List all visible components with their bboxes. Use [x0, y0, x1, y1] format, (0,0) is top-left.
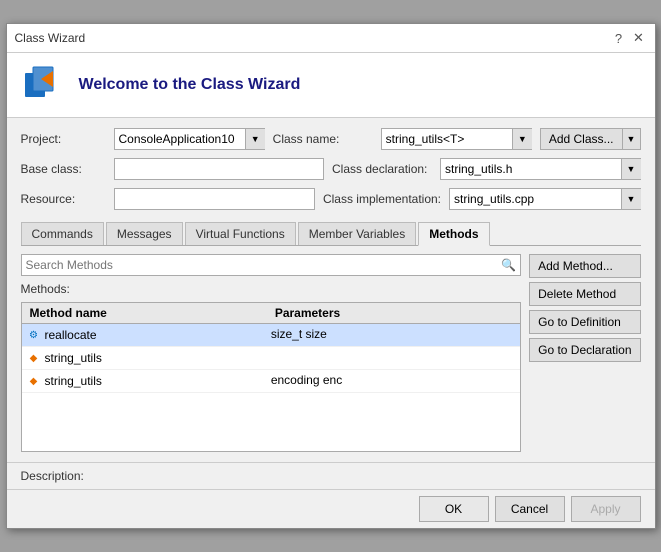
methods-table: Method name Parameters ⚙ reallocate size…: [21, 302, 522, 452]
help-button[interactable]: ?: [611, 30, 627, 46]
method-cell: ◆ string_utils: [26, 372, 267, 390]
go-to-definition-button[interactable]: Go to Definition: [529, 310, 640, 334]
methods-section-label: Methods:: [21, 282, 522, 296]
method-icon-orange: ◆: [26, 350, 42, 366]
method-cell: ◆ string_utils: [26, 349, 267, 367]
col-header-method: Method name: [26, 305, 271, 321]
baseclass-row: Base class: Class declaration: string_ut…: [21, 158, 641, 180]
class-wizard-dialog: Class Wizard ? ✕ Welcome to the Class Wi…: [6, 23, 656, 529]
go-to-declaration-button[interactable]: Go to Declaration: [529, 338, 640, 362]
table-header: Method name Parameters: [22, 303, 521, 324]
tabs-row: Commands Messages Virtual Functions Memb…: [21, 222, 641, 246]
classimpl-label: Class implementation:: [323, 192, 441, 206]
method-name: string_utils: [45, 374, 102, 388]
classimpl-combo-wrap: string_utils.cpp ▼: [449, 188, 640, 210]
close-button[interactable]: ✕: [631, 30, 647, 46]
classname-label: Class name:: [273, 132, 373, 146]
project-combo[interactable]: ConsoleApplication10: [114, 128, 265, 150]
table-row[interactable]: ◆ string_utils encoding enc: [22, 370, 521, 393]
search-wrap: 🔍: [21, 254, 522, 276]
method-params: [267, 349, 516, 367]
content-area: Project: ConsoleApplication10 ▼ Class na…: [7, 118, 655, 462]
project-row: Project: ConsoleApplication10 ▼ Class na…: [21, 128, 641, 150]
classname-combo[interactable]: string_utils<T>: [381, 128, 532, 150]
tab-commands[interactable]: Commands: [21, 222, 104, 245]
add-class-dropdown-arrow[interactable]: ▼: [623, 128, 641, 150]
add-method-button[interactable]: Add Method...: [529, 254, 640, 278]
table-row[interactable]: ◆ string_utils: [22, 347, 521, 370]
baseclass-input[interactable]: [114, 158, 325, 180]
classdecl-combo-wrap: string_utils.h ▼: [440, 158, 641, 180]
apply-button[interactable]: Apply: [571, 496, 641, 522]
tab-methods[interactable]: Methods: [418, 222, 489, 246]
project-combo-wrap: ConsoleApplication10 ▼: [114, 128, 265, 150]
right-panel: Add Method... Delete Method Go to Defini…: [529, 254, 640, 452]
footer: OK Cancel Apply: [7, 489, 655, 528]
ok-button[interactable]: OK: [419, 496, 489, 522]
wizard-icon: [23, 65, 63, 105]
tab-messages[interactable]: Messages: [106, 222, 183, 245]
method-name: string_utils: [45, 351, 102, 365]
classname-combo-wrap: string_utils<T> ▼: [381, 128, 532, 150]
wizard-header: Welcome to the Class Wizard: [7, 53, 655, 118]
resource-input[interactable]: [114, 188, 315, 210]
main-area: 🔍 Methods: Method name Parameters ⚙ real…: [21, 254, 641, 452]
title-bar-left: Class Wizard: [15, 31, 86, 45]
dialog-title: Class Wizard: [15, 31, 86, 45]
title-bar: Class Wizard ? ✕: [7, 24, 655, 53]
method-icon-orange: ◆: [26, 373, 42, 389]
col-header-params: Parameters: [271, 305, 516, 321]
search-icon: 🔍: [497, 258, 520, 272]
cancel-button[interactable]: Cancel: [495, 496, 565, 522]
delete-method-button[interactable]: Delete Method: [529, 282, 640, 306]
wizard-title: Welcome to the Class Wizard: [79, 76, 301, 94]
method-params: encoding enc: [267, 372, 516, 390]
classimpl-combo[interactable]: string_utils.cpp: [449, 188, 640, 210]
method-name: reallocate: [45, 328, 97, 342]
add-class-button[interactable]: Add Class...: [540, 128, 623, 150]
tab-member-variables[interactable]: Member Variables: [298, 222, 416, 245]
title-bar-buttons: ? ✕: [611, 30, 647, 46]
project-label: Project:: [21, 132, 106, 146]
description-label: Description:: [21, 469, 84, 483]
method-cell: ⚙ reallocate: [26, 326, 267, 344]
resource-label: Resource:: [21, 192, 106, 206]
table-row[interactable]: ⚙ reallocate size_t size: [22, 324, 521, 347]
baseclass-label: Base class:: [21, 162, 106, 176]
tab-virtual-functions[interactable]: Virtual Functions: [185, 222, 296, 245]
resource-row: Resource: Class implementation: string_u…: [21, 188, 641, 210]
method-params: size_t size: [267, 326, 516, 344]
method-icon-blue: ⚙: [26, 327, 42, 343]
left-panel: 🔍 Methods: Method name Parameters ⚙ real…: [21, 254, 522, 452]
classdecl-combo[interactable]: string_utils.h: [440, 158, 641, 180]
description-row: Description:: [7, 462, 655, 489]
classdecl-label: Class declaration:: [332, 162, 432, 176]
add-class-btn-row: Add Class... ▼: [540, 128, 641, 150]
search-input[interactable]: [22, 256, 498, 274]
